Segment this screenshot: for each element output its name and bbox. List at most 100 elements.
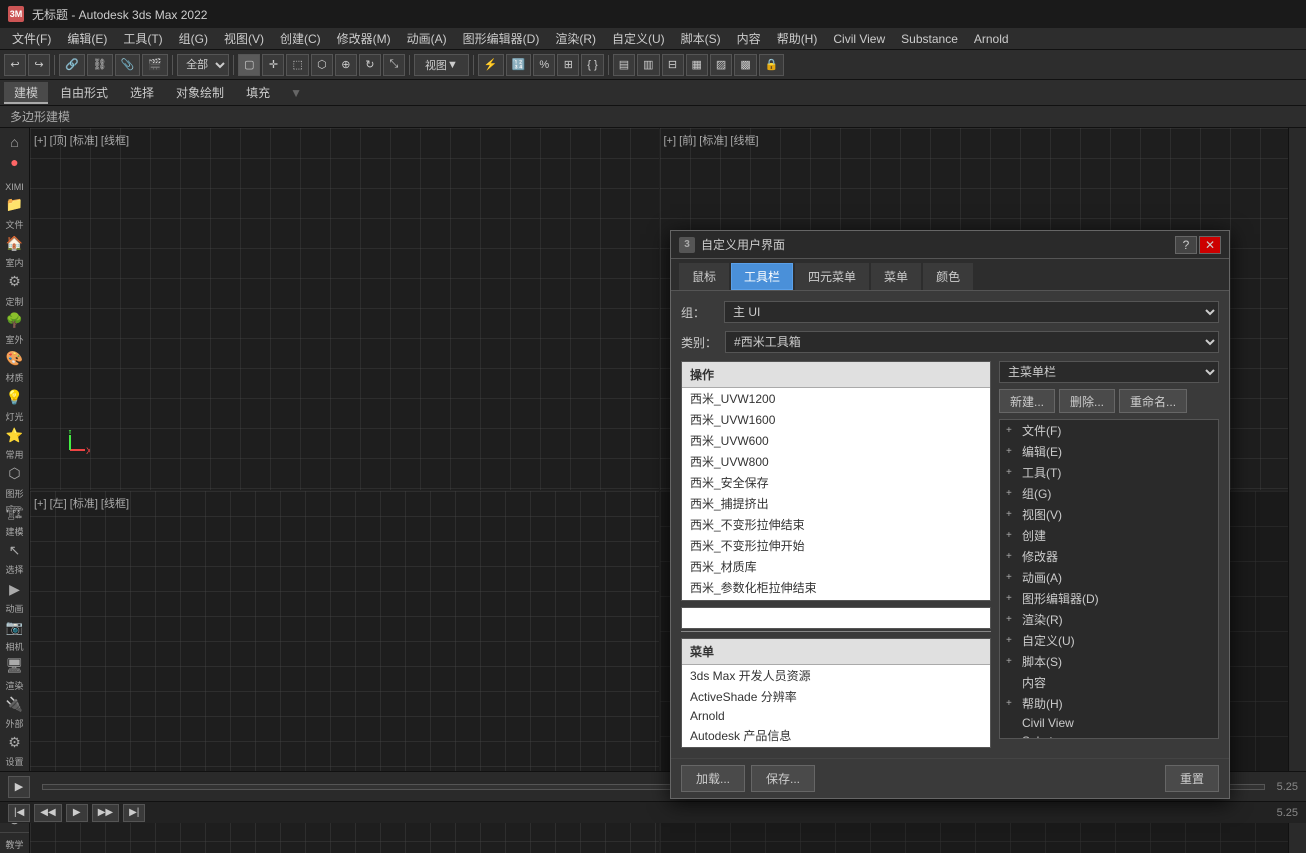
- right-menu-list: + 文件(F) + 编辑(E) + 工具(T) +: [999, 419, 1219, 739]
- rc-item-0: + 文件(F): [1000, 420, 1218, 441]
- dtab-menu[interactable]: 菜单: [871, 263, 921, 290]
- rc-item-8: + 图形编辑器(D): [1000, 588, 1218, 609]
- rc-item-7: + 动画(A): [1000, 567, 1218, 588]
- dtab-color[interactable]: 颜色: [923, 263, 973, 290]
- rc-plus-0: +: [1006, 425, 1018, 436]
- rc-item-3: + 组(G): [1000, 483, 1218, 504]
- load-btn[interactable]: 加载...: [681, 765, 745, 792]
- dialog-columns: 操作 西米_UVW1200 西米_UVW1600 西米_UVW600 西米_UV…: [681, 361, 1219, 748]
- menu-item-3[interactable]: Autodesk 产品信息: [682, 725, 990, 746]
- menu-item-2[interactable]: Arnold: [682, 707, 990, 725]
- group-select[interactable]: 主 UI: [724, 301, 1219, 323]
- category-row: 类别： #西米工具箱: [681, 331, 1219, 353]
- rc-plus-2: +: [1006, 467, 1018, 478]
- menu-header: 菜单: [682, 639, 990, 665]
- rc-label-7: 动画(A): [1022, 569, 1062, 586]
- rc-item-2: + 工具(T): [1000, 462, 1218, 483]
- op-item-6[interactable]: 西米_不变形拉伸结束: [682, 514, 990, 535]
- rc-item-12: 内容: [1000, 672, 1218, 693]
- rc-label-6: 修改器: [1022, 548, 1058, 565]
- dialog-footer: 加载... 保存... 重置: [671, 758, 1229, 798]
- rc-label-11: 脚本(S): [1022, 653, 1062, 670]
- rc-item-14: Civil View: [1000, 714, 1218, 732]
- op-item-2[interactable]: 西米_UVW600: [682, 430, 990, 451]
- right-column: 主菜单栏 新建... 删除... 重命名... + 文件(F): [999, 361, 1219, 748]
- operations-header: 操作: [682, 362, 990, 388]
- dialog-icon: 3: [679, 237, 695, 253]
- footer-spacer: [821, 765, 1159, 792]
- rc-plus-13: +: [1006, 698, 1018, 709]
- reset-btn[interactable]: 重置: [1165, 765, 1219, 792]
- dialog-title: 自定义用户界面: [701, 236, 1173, 253]
- rc-plus-10: +: [1006, 635, 1018, 646]
- dialog-close-btn[interactable]: ✕: [1199, 236, 1221, 254]
- right-col-select[interactable]: 主菜单栏: [999, 361, 1219, 383]
- category-label: 类别：: [681, 334, 717, 351]
- delete-btn[interactable]: 删除...: [1059, 389, 1115, 413]
- dialog-titlebar: 3 自定义用户界面 ? ✕: [671, 231, 1229, 259]
- rc-plus-9: +: [1006, 614, 1018, 625]
- dialog-body: 组： 主 UI 类别： #西米工具箱 操作 西米_UVW1200: [671, 291, 1229, 758]
- rc-label-12: 内容: [1022, 674, 1046, 691]
- op-item-10[interactable]: 西米_参数化柜拉伸开始: [682, 598, 990, 601]
- rc-item-1: + 编辑(E): [1000, 441, 1218, 462]
- right-col-header: 主菜单栏: [999, 361, 1219, 383]
- rc-label-13: 帮助(H): [1022, 695, 1063, 712]
- op-item-9[interactable]: 西米_参数化柜拉伸结束: [682, 577, 990, 598]
- dialog-overlay: 3 自定义用户界面 ? ✕ 鼠标 工具栏 四元菜单 菜单 颜色 组： 主 UI …: [0, 0, 1306, 823]
- rc-item-5: + 创建: [1000, 525, 1218, 546]
- save-btn[interactable]: 保存...: [751, 765, 815, 792]
- menu-item-0[interactable]: 3ds Max 开发人员资源: [682, 665, 990, 686]
- new-btn[interactable]: 新建...: [999, 389, 1055, 413]
- group-label: 组：: [681, 304, 716, 321]
- dialog-help-btn[interactable]: ?: [1175, 236, 1197, 254]
- rc-label-14: Civil View: [1022, 716, 1074, 730]
- op-item-5[interactable]: 西米_捕提挤出: [682, 493, 990, 514]
- rc-plus-5: +: [1006, 530, 1018, 541]
- rc-item-6: + 修改器: [1000, 546, 1218, 567]
- op-item-7[interactable]: 西米_不变形拉伸开始: [682, 535, 990, 556]
- dtab-quad-menu[interactable]: 四元菜单: [795, 263, 869, 290]
- rc-label-9: 渲染(R): [1022, 611, 1063, 628]
- rc-label-1: 编辑(E): [1022, 443, 1062, 460]
- rc-label-15: Substance: [1022, 734, 1079, 739]
- rc-label-2: 工具(T): [1022, 464, 1061, 481]
- separator-section: 分隔符: [681, 607, 991, 632]
- menu-listbox[interactable]: 菜单 3ds Max 开发人员资源 ActiveShade 分辨率 Arnold…: [681, 638, 991, 748]
- rc-item-15: Substance: [1000, 732, 1218, 739]
- menu-item-1[interactable]: ActiveShade 分辨率: [682, 686, 990, 707]
- rc-label-10: 自定义(U): [1022, 632, 1075, 649]
- op-item-8[interactable]: 西米_材质库: [682, 556, 990, 577]
- rc-label-8: 图形编辑器(D): [1022, 590, 1099, 607]
- op-item-1[interactable]: 西米_UVW1600: [682, 409, 990, 430]
- rc-plus-7: +: [1006, 572, 1018, 583]
- op-item-3[interactable]: 西米_UVW800: [682, 451, 990, 472]
- sep-line: [681, 631, 991, 632]
- management-btns: 新建... 删除... 重命名...: [999, 389, 1219, 413]
- rc-label-0: 文件(F): [1022, 422, 1061, 439]
- category-select[interactable]: #西米工具箱: [725, 331, 1219, 353]
- rc-plus-6: +: [1006, 551, 1018, 562]
- rc-item-13: + 帮助(H): [1000, 693, 1218, 714]
- rc-plus-11: +: [1006, 656, 1018, 667]
- rc-item-9: + 渲染(R): [1000, 609, 1218, 630]
- dtab-mouse[interactable]: 鼠标: [679, 263, 729, 290]
- operations-listbox[interactable]: 操作 西米_UVW1200 西米_UVW1600 西米_UVW600 西米_UV…: [681, 361, 991, 601]
- group-row: 组： 主 UI: [681, 301, 1219, 323]
- rc-plus-3: +: [1006, 488, 1018, 499]
- dialog-tabs: 鼠标 工具栏 四元菜单 菜单 颜色: [671, 259, 1229, 291]
- op-item-0[interactable]: 西米_UVW1200: [682, 388, 990, 409]
- left-column: 操作 西米_UVW1200 西米_UVW1600 西米_UVW600 西米_UV…: [681, 361, 991, 748]
- rc-item-11: + 脚本(S): [1000, 651, 1218, 672]
- rc-item-4: + 视图(V): [1000, 504, 1218, 525]
- dtab-toolbar[interactable]: 工具栏: [731, 263, 793, 290]
- separator-input[interactable]: 分隔符: [681, 607, 991, 629]
- op-item-4[interactable]: 西米_安全保存: [682, 472, 990, 493]
- rc-label-5: 创建: [1022, 527, 1046, 544]
- rc-item-10: + 自定义(U): [1000, 630, 1218, 651]
- rc-plus-1: +: [1006, 446, 1018, 457]
- rename-btn[interactable]: 重命名...: [1119, 389, 1187, 413]
- menu-item-4[interactable]: Biped: [682, 746, 990, 748]
- rc-plus-4: +: [1006, 509, 1018, 520]
- sidebar-item-teach[interactable]: 教学: [5, 836, 23, 853]
